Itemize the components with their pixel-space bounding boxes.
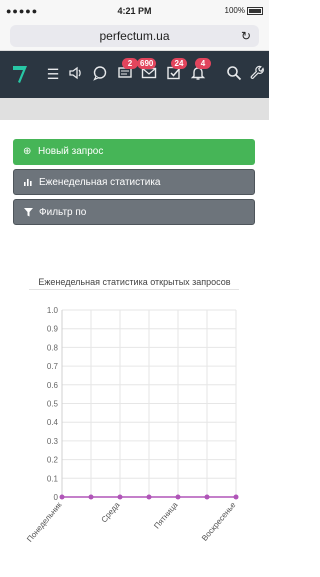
chart-divider	[29, 289, 239, 290]
data-point	[117, 494, 123, 500]
browser-address-bar: perfectum.ua ↻	[0, 22, 269, 51]
messages-icon[interactable]: 2	[116, 58, 138, 83]
data-point	[175, 494, 181, 500]
weekly-stats-label: Еженедельная статистика	[39, 177, 161, 188]
y-tick-label: 0.6	[47, 381, 59, 390]
y-tick-label: 1.0	[47, 306, 59, 315]
x-tick-label: Среда	[99, 500, 121, 524]
menu-icon[interactable]: ☰	[44, 65, 62, 83]
data-point	[59, 494, 65, 500]
x-tick-label: Понедельник	[25, 500, 64, 544]
y-tick-label: 0.4	[47, 418, 59, 427]
y-tick-label: 0.7	[47, 362, 59, 371]
battery-label: 100%	[224, 6, 245, 15]
y-tick-label: 0.1	[47, 474, 59, 483]
logo-icon[interactable]	[12, 64, 28, 84]
mail-badge: 690	[137, 58, 157, 69]
y-tick-label: 0.8	[47, 343, 59, 352]
filter-button[interactable]: Фильтр по	[13, 199, 255, 225]
chat-bubble-icon[interactable]	[91, 65, 109, 83]
new-request-button[interactable]: ⊕ Новый запрос	[13, 139, 255, 165]
y-tick-label: 0.2	[47, 456, 59, 465]
y-tick-label: 0.5	[47, 400, 59, 409]
battery-status: 100%	[225, 6, 263, 15]
data-point	[204, 494, 210, 500]
data-point	[88, 494, 94, 500]
battery-icon	[247, 6, 263, 15]
data-point	[233, 494, 239, 500]
breadcrumb-strip	[0, 98, 269, 120]
url-field[interactable]: perfectum.ua ↻	[10, 25, 259, 47]
chart-title: Еженедельная статистика открытых запросо…	[38, 277, 231, 287]
mail-icon[interactable]: 690	[137, 58, 158, 83]
bar-chart-icon	[24, 170, 32, 196]
tasks-badge: 24	[171, 58, 187, 69]
x-tick-label: Пятница	[152, 500, 180, 530]
reload-icon[interactable]: ↻	[241, 25, 251, 47]
bell-badge: 4	[195, 58, 211, 69]
messages-badge: 2	[122, 58, 138, 69]
y-tick-label: 0.9	[47, 325, 59, 334]
x-tick-label: Воскресенье	[200, 500, 238, 543]
search-icon[interactable]	[225, 65, 243, 83]
plus-circle-icon: ⊕	[23, 146, 32, 157]
wrench-icon[interactable]	[249, 65, 267, 83]
data-point	[146, 494, 152, 500]
bell-icon[interactable]: 4	[189, 58, 211, 83]
filter-icon	[24, 200, 33, 226]
status-bar: ●●●●● 4:21 PM 100%	[0, 0, 269, 22]
new-request-label: Новый запрос	[38, 146, 104, 157]
weekly-open-requests-chart: 1.00.90.80.70.60.50.40.30.20.10Понедельн…	[25, 306, 239, 544]
top-navbar: ☰ 2 690 24 4	[0, 51, 269, 98]
weekly-stats-button[interactable]: Еженедельная статистика	[13, 169, 255, 195]
volume-icon[interactable]	[67, 65, 85, 83]
tasks-icon[interactable]: 24	[165, 58, 187, 83]
filter-label: Фильтр по	[39, 207, 87, 218]
url-text: perfectum.ua	[99, 29, 170, 43]
y-tick-label: 0.3	[47, 437, 59, 446]
